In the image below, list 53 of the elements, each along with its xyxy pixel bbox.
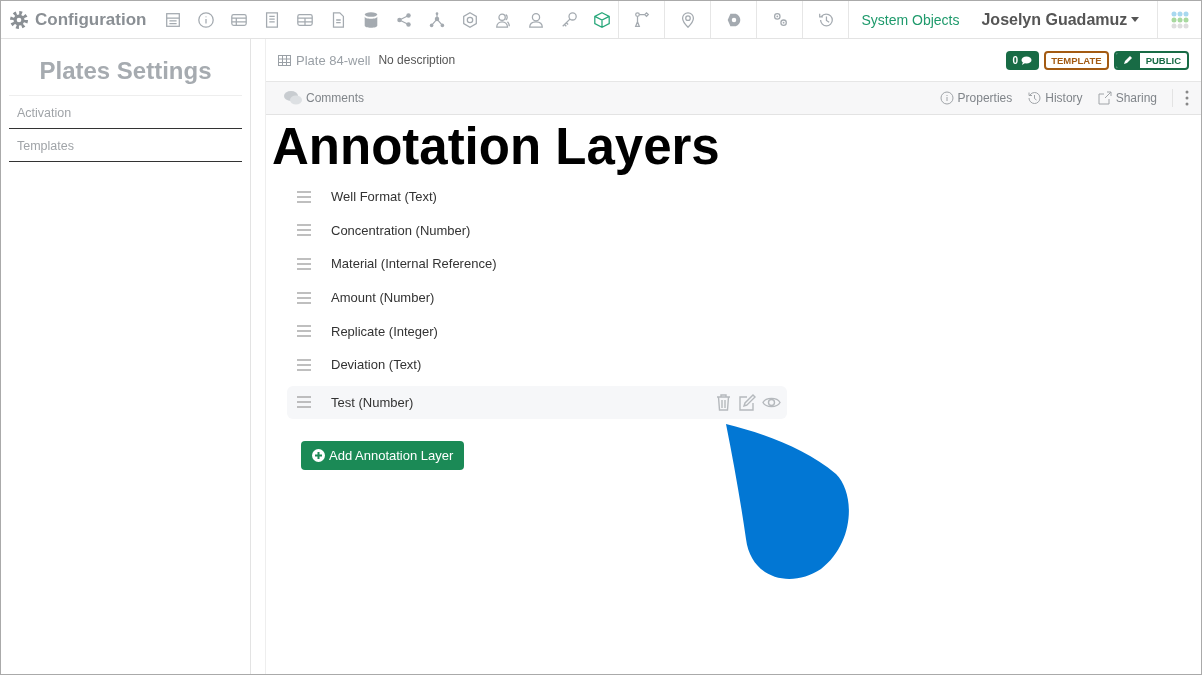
drag-handle-icon[interactable] bbox=[297, 358, 311, 371]
layer-label: Material (Internal Reference) bbox=[331, 256, 498, 272]
more-options-icon[interactable] bbox=[1185, 90, 1189, 106]
drag-handle-icon[interactable] bbox=[297, 190, 311, 203]
template-badge: TEMPLATE bbox=[1044, 50, 1109, 70]
layer-label: Test (Number) bbox=[331, 394, 415, 410]
network-icon[interactable] bbox=[427, 10, 446, 29]
share-icon bbox=[1097, 91, 1112, 105]
pencil-icon bbox=[1122, 55, 1133, 65]
sidebar-title: Plates Settings bbox=[38, 57, 213, 85]
edit-icon[interactable] bbox=[738, 392, 757, 412]
trash-icon[interactable] bbox=[714, 392, 733, 412]
comment-count-badge[interactable]: 0 bbox=[1005, 50, 1040, 70]
layer-row[interactable]: Test (Number) bbox=[287, 385, 787, 420]
chat-bubbles-icon bbox=[284, 91, 302, 105]
caret-icon[interactable] bbox=[1131, 17, 1140, 22]
properties-tab[interactable]: Properties bbox=[939, 91, 1013, 105]
sidebar-item[interactable]: Templates bbox=[9, 129, 242, 162]
history-tab[interactable]: History bbox=[1027, 91, 1083, 105]
layer-label: Deviation (Text) bbox=[331, 357, 423, 373]
app-title: Configuration bbox=[35, 9, 147, 30]
drag-handle-icon[interactable] bbox=[297, 224, 311, 237]
add-annotation-layer-button[interactable]: Add Annotation Layer bbox=[301, 441, 465, 471]
sidebar-item[interactable]: Activation bbox=[9, 95, 242, 129]
user-name[interactable]: Joselyn Guadamuz bbox=[981, 10, 1128, 29]
apps-grid-icon[interactable] bbox=[1170, 10, 1189, 29]
plate-name: Plate 84-well bbox=[296, 52, 371, 68]
speech-bubble-icon bbox=[1021, 55, 1033, 65]
branch-icon[interactable] bbox=[632, 10, 651, 29]
plus-circle-icon bbox=[312, 449, 325, 463]
drag-handle-icon[interactable] bbox=[297, 396, 311, 409]
public-toggle[interactable]: PUBLIC bbox=[1113, 50, 1189, 70]
grid-icon bbox=[278, 54, 291, 66]
layer-label: Replicate (Integer) bbox=[331, 323, 439, 339]
sharing-tab[interactable]: Sharing bbox=[1097, 91, 1157, 105]
system-objects-link[interactable]: System Objects bbox=[848, 1, 972, 38]
drag-handle-icon[interactable] bbox=[297, 325, 311, 338]
info-icon[interactable] bbox=[196, 10, 215, 29]
layout-icon[interactable] bbox=[163, 10, 182, 29]
cube-icon[interactable] bbox=[592, 10, 611, 29]
badge-icon[interactable] bbox=[460, 10, 479, 29]
user-icon[interactable] bbox=[526, 10, 545, 29]
plate-description: No description bbox=[378, 53, 456, 67]
layer-label: Concentration (Number) bbox=[331, 222, 472, 238]
share-icon[interactable] bbox=[394, 10, 413, 29]
comments-tab[interactable]: Comments bbox=[284, 91, 364, 105]
settings-icon bbox=[9, 9, 29, 30]
layer-label: Well Format (Text) bbox=[331, 189, 438, 205]
history-icon bbox=[1027, 91, 1042, 105]
drag-handle-icon[interactable] bbox=[297, 258, 311, 270]
layer-label: Amount (Number) bbox=[331, 290, 436, 306]
drag-handle-icon[interactable] bbox=[297, 291, 311, 304]
info-icon bbox=[939, 91, 954, 105]
